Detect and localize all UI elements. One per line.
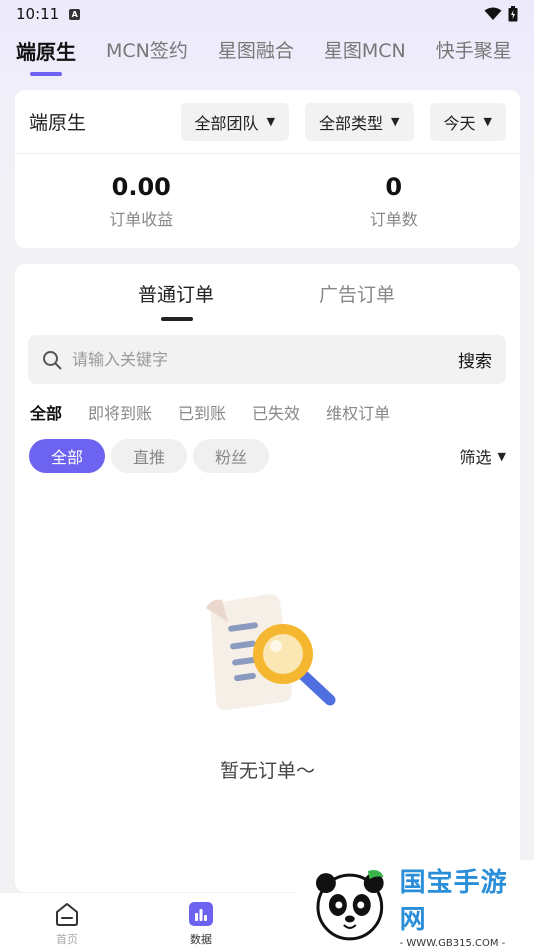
team-dropdown-label: 全部团队 [194, 113, 259, 133]
status-tab-rights[interactable]: 维权订单 [326, 400, 390, 424]
caret-down-icon: ▼ [266, 115, 276, 128]
team-dropdown[interactable]: 全部团队 ▼ [180, 102, 290, 141]
caret-down-icon: ▼ [497, 449, 506, 463]
type-dropdown-label: 全部类型 [319, 113, 384, 133]
search-icon [43, 350, 62, 369]
stats-row: 0.00 订单收益 0 订单数 [15, 154, 520, 247]
wifi-icon [484, 7, 502, 20]
chip-all[interactable]: 全部 [29, 439, 105, 473]
filter-label: 筛选 [459, 448, 492, 467]
stat-order-count: 0 订单数 [268, 172, 521, 230]
caret-down-icon: ▼ [391, 115, 400, 128]
search-bar: 搜索 [28, 335, 506, 384]
status-tab-expired[interactable]: 已失效 [252, 400, 300, 424]
home-icon [56, 903, 78, 926]
nav-home[interactable]: 首页 [0, 893, 134, 950]
status-tab-arriving[interactable]: 即将到账 [88, 400, 152, 424]
notification-a-icon: A [69, 8, 81, 20]
active-tab-indicator [161, 317, 193, 321]
data-chart-icon [189, 902, 213, 926]
filter-row: 端原生 全部团队 ▼ 全部类型 ▼ 今天 ▼ [15, 90, 520, 154]
watermark-url: - WWW.GB315.COM - [399, 937, 506, 949]
orders-card: 普通订单 广告订单 搜索 全部 即将到账 已到账 已失效 维权订单 全部 直推 … [15, 264, 520, 892]
site-watermark: 国宝手游网 - WWW.GB315.COM - [296, 860, 534, 950]
empty-text: 暂无订单～ [219, 760, 315, 782]
status-tab-arrived[interactable]: 已到账 [178, 400, 226, 424]
status-bar: 10:11 A [0, 0, 534, 28]
battery-icon [508, 6, 518, 22]
tab-ad-orders[interactable]: 广告订单 [319, 280, 395, 307]
stat-label: 订单数 [369, 209, 418, 229]
search-input[interactable] [72, 350, 458, 369]
status-tab-all[interactable]: 全部 [30, 400, 62, 424]
panda-logo-icon [315, 870, 384, 941]
filter-button[interactable]: 筛选 ▼ [460, 444, 506, 468]
summary-card: 端原生 全部团队 ▼ 全部类型 ▼ 今天 ▼ 0.00 订单收益 0 订单数 [15, 90, 520, 248]
nav-home-label: 首页 [56, 933, 78, 946]
chip-fans[interactable]: 粉丝 [193, 439, 269, 473]
nav-data-label: 数据 [190, 933, 212, 946]
top-tabs: 端原生 MCN签约 星图融合 星图MCN 快手聚星 [0, 30, 534, 78]
tab-xingtu-fusion[interactable]: 星图融合 [218, 30, 294, 63]
order-tabs: 普通订单 广告订单 [15, 264, 520, 324]
stat-value: 0.00 [111, 172, 171, 201]
tab-normal-orders[interactable]: 普通订单 [138, 280, 214, 307]
status-tabs: 全部 即将到账 已到账 已失效 维权订单 [30, 400, 390, 424]
stat-earnings: 0.00 订单收益 [15, 172, 268, 230]
empty-search-document-icon [205, 594, 335, 711]
tab-xingtu-mcn[interactable]: 星图MCN [324, 30, 406, 63]
nav-data[interactable]: 数据 [134, 893, 268, 950]
summary-title: 端原生 [29, 112, 87, 134]
status-time: 10:11 [16, 5, 60, 23]
stat-value: 0 [385, 172, 403, 201]
empty-state: 暂无订单～ [15, 584, 520, 783]
date-dropdown[interactable]: 今天 ▼ [429, 102, 506, 141]
watermark-title: 国宝手游网 [399, 867, 508, 935]
date-dropdown-label: 今天 [443, 113, 476, 133]
chip-direct[interactable]: 直推 [111, 439, 187, 473]
source-chips: 全部 直推 粉丝 [29, 439, 269, 473]
caret-down-icon: ▼ [483, 115, 492, 128]
tab-mcn-signing[interactable]: MCN签约 [106, 30, 188, 63]
search-button[interactable]: 搜索 [458, 347, 492, 372]
tab-duan-yuansheng[interactable]: 端原生 [16, 30, 76, 76]
tab-kuaishou-juxing[interactable]: 快手聚星 [436, 30, 512, 63]
stat-label: 订单收益 [109, 209, 174, 229]
watermark-text: 国宝手游网 - WWW.GB315.COM - [400, 862, 534, 949]
type-dropdown[interactable]: 全部类型 ▼ [305, 102, 414, 141]
